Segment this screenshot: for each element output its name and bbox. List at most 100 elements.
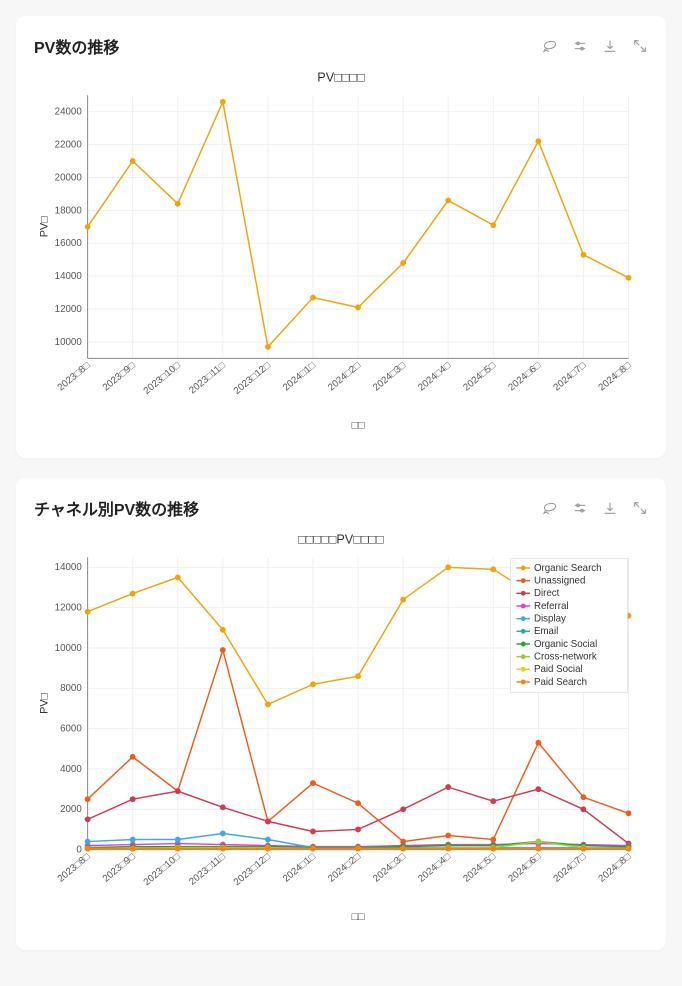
legend-label[interactable]: Organic Social (534, 639, 597, 650)
settings-sliders-icon[interactable] (572, 38, 588, 54)
data-point[interactable] (130, 754, 136, 760)
data-point[interactable] (355, 304, 361, 310)
legend-label[interactable]: Paid Social (534, 665, 583, 676)
data-point[interactable] (265, 837, 271, 843)
legend-label[interactable]: Cross-network (534, 652, 597, 663)
data-point[interactable] (626, 275, 632, 281)
legend-label[interactable]: Direct (534, 589, 560, 600)
settings-sliders-icon[interactable] (572, 500, 588, 516)
expand-icon[interactable] (632, 38, 648, 54)
data-point[interactable] (175, 201, 181, 207)
chart-card-pv: PV数の推移 PV□□□□100001200014000160001800020… (16, 16, 666, 458)
data-point[interactable] (490, 837, 496, 843)
data-point[interactable] (581, 795, 587, 801)
data-point[interactable] (220, 831, 226, 837)
legend-label[interactable]: Unassigned (534, 576, 585, 587)
x-tick-label: 2023□9□ (101, 852, 138, 885)
data-point[interactable] (445, 846, 451, 852)
data-point[interactable] (220, 805, 226, 811)
data-point[interactable] (400, 260, 406, 266)
data-point[interactable] (175, 846, 181, 852)
data-point[interactable] (175, 837, 181, 843)
expand-icon[interactable] (632, 500, 648, 516)
y-tick-label: 6000 (60, 724, 82, 735)
data-point[interactable] (130, 797, 136, 803)
data-point[interactable] (310, 295, 316, 301)
data-point[interactable] (400, 597, 406, 603)
data-point[interactable] (85, 224, 91, 230)
x-tick-label: 2024□5□ (461, 852, 498, 885)
y-axis-title: PV□ (39, 216, 51, 237)
channel-pv-line-chart[interactable]: □□□□□PV□□□□02000400060008000100001200014… (34, 528, 648, 928)
data-point[interactable] (85, 846, 91, 852)
legend-label[interactable]: Organic Search (534, 563, 602, 574)
data-point[interactable] (490, 846, 496, 852)
data-point[interactable] (130, 846, 136, 852)
data-point[interactable] (535, 839, 541, 845)
data-point[interactable] (400, 846, 406, 852)
data-point[interactable] (175, 789, 181, 795)
chart-card-channel-pv: チャネル別PV数の推移 □□□□□PV□□□□02000400060008000… (16, 478, 666, 950)
data-point[interactable] (355, 801, 361, 807)
data-point[interactable] (85, 609, 91, 615)
x-tick-label: 2024□8□ (597, 852, 634, 885)
data-point[interactable] (130, 591, 136, 597)
data-point[interactable] (626, 811, 632, 817)
legend-marker (521, 680, 526, 685)
legend-marker (521, 667, 526, 672)
legend-label[interactable]: Paid Search (534, 677, 587, 688)
download-icon[interactable] (602, 38, 618, 54)
data-point[interactable] (265, 819, 271, 825)
data-point[interactable] (490, 567, 496, 573)
data-point[interactable] (310, 829, 316, 835)
x-tick-label: 2024□4□ (416, 852, 453, 885)
data-point[interactable] (220, 647, 226, 653)
data-point[interactable] (535, 138, 541, 144)
lasso-select-icon[interactable] (542, 38, 558, 54)
data-point[interactable] (581, 846, 587, 852)
data-point[interactable] (85, 817, 91, 823)
data-point[interactable] (535, 740, 541, 746)
chart-container: PV□□□□1000012000140001600018000200002200… (34, 66, 648, 436)
data-point[interactable] (175, 575, 181, 581)
data-point[interactable] (220, 846, 226, 852)
data-point[interactable] (581, 807, 587, 813)
data-point[interactable] (310, 682, 316, 688)
data-point[interactable] (626, 846, 632, 852)
data-point[interactable] (85, 797, 91, 803)
data-point[interactable] (220, 627, 226, 633)
legend-marker (521, 604, 526, 609)
download-icon[interactable] (602, 500, 618, 516)
data-point[interactable] (310, 846, 316, 852)
y-tick-label: 2000 (60, 805, 82, 816)
data-point[interactable] (581, 252, 587, 258)
card-title: チャネル別PV数の推移 (34, 496, 199, 520)
lasso-select-icon[interactable] (542, 500, 558, 516)
data-point[interactable] (355, 827, 361, 833)
data-point[interactable] (400, 807, 406, 813)
data-point[interactable] (445, 198, 451, 204)
data-point[interactable] (85, 839, 91, 845)
data-point[interactable] (265, 846, 271, 852)
legend-label[interactable]: Email (534, 627, 558, 638)
data-point[interactable] (490, 799, 496, 805)
data-point[interactable] (445, 565, 451, 571)
data-point[interactable] (310, 780, 316, 786)
data-point[interactable] (130, 837, 136, 843)
legend-label[interactable]: Display (534, 614, 566, 625)
data-point[interactable] (535, 787, 541, 793)
data-point[interactable] (535, 846, 541, 852)
legend-marker (521, 591, 526, 596)
data-point[interactable] (220, 99, 226, 105)
data-point[interactable] (265, 344, 271, 350)
data-point[interactable] (355, 846, 361, 852)
data-point[interactable] (130, 158, 136, 164)
pv-line-chart[interactable]: PV□□□□1000012000140001600018000200002200… (34, 66, 648, 436)
data-point[interactable] (355, 674, 361, 680)
data-point[interactable] (445, 833, 451, 839)
legend-label[interactable]: Referral (534, 601, 569, 612)
data-point[interactable] (265, 702, 271, 708)
y-tick-label: 12000 (55, 603, 83, 614)
data-point[interactable] (445, 785, 451, 791)
data-point[interactable] (490, 222, 496, 228)
